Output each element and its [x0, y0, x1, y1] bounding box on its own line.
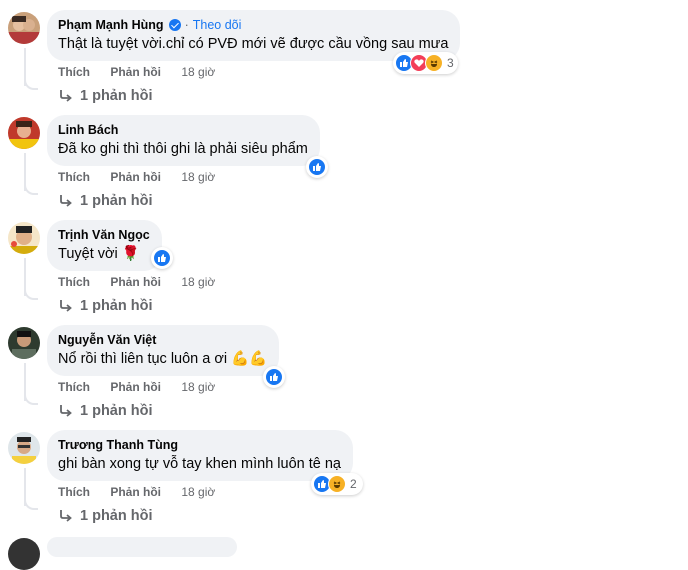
like-button[interactable]: Thích: [58, 65, 90, 79]
comment-text: Thật là tuyệt vời.chỉ có PVĐ mới vẽ được…: [58, 36, 449, 52]
comment-actions: Thích Phản hồi 18 giờ: [58, 170, 232, 184]
thread-connector: [24, 288, 38, 300]
haha-reaction-icon: [425, 54, 443, 72]
replies-count-label: 1 phản hồi: [80, 193, 153, 209]
reply-arrow-icon: [60, 300, 72, 312]
author-name[interactable]: Trịnh Văn Ngọc: [58, 227, 150, 243]
comment-text: Đã ko ghi thì thôi ghi là phải siêu phẩm: [58, 141, 308, 157]
view-replies-link[interactable]: 1 phản hồi: [58, 298, 153, 314]
comment-bubble: [47, 537, 237, 557]
haha-reaction-icon: [328, 475, 346, 493]
like-reaction-icon: [265, 368, 283, 386]
reply-arrow-icon: [60, 195, 72, 207]
reply-button[interactable]: Phản hồi: [110, 65, 161, 79]
comment-actions: Thích Phản hồi 18 giờ: [58, 275, 232, 289]
comment-text: Nổ rồi thì liên tục luôn a ơi 💪💪: [58, 351, 268, 367]
comment-bubble: Trịnh Văn Ngọc Tuyệt vời 🌹: [47, 220, 162, 271]
avatar[interactable]: [8, 117, 40, 149]
timestamp[interactable]: 18 giờ: [181, 170, 215, 184]
comment-item: Phạm Mạnh Hùng · Theo dõi Thật là tuyệt …: [0, 0, 688, 105]
reaction-summary[interactable]: [306, 156, 328, 178]
comment-item: Linh Bách Đã ko ghi thì thôi ghi là phải…: [0, 105, 688, 210]
avatar[interactable]: [8, 222, 40, 254]
comment-bubble: Linh Bách Đã ko ghi thì thôi ghi là phải…: [47, 115, 320, 166]
comment-item: Trịnh Văn Ngọc Tuyệt vời 🌹 Thích Phản hồ…: [0, 210, 688, 315]
comment-bubble: Nguyễn Văn Việt Nổ rồi thì liên tục luôn…: [47, 325, 280, 376]
reply-button[interactable]: Phản hồi: [110, 485, 161, 499]
comment-text: Tuyệt vời 🌹: [58, 246, 140, 262]
replies-count-label: 1 phản hồi: [80, 403, 153, 419]
like-button[interactable]: Thích: [58, 380, 90, 394]
view-replies-link[interactable]: 1 phản hồi: [58, 193, 153, 209]
author-name[interactable]: Nguyễn Văn Việt: [58, 332, 156, 348]
reply-arrow-icon: [60, 90, 72, 102]
thread-connector: [24, 393, 38, 405]
comment-actions: Thích Phản hồi 18 giờ: [58, 485, 232, 499]
reaction-summary[interactable]: 2: [311, 473, 363, 495]
author-name[interactable]: Linh Bách: [58, 122, 118, 138]
like-button[interactable]: Thích: [58, 170, 90, 184]
timestamp[interactable]: 18 giờ: [181, 380, 215, 394]
comment-actions: Thích Phản hồi 18 giờ: [58, 65, 232, 79]
thread-connector: [24, 78, 38, 90]
timestamp[interactable]: 18 giờ: [181, 485, 215, 499]
reaction-count: 2: [350, 477, 357, 491]
reaction-summary[interactable]: [151, 247, 173, 269]
reply-arrow-icon: [60, 510, 72, 522]
avatar[interactable]: [8, 327, 40, 359]
like-reaction-icon: [153, 249, 171, 267]
replies-count-label: 1 phản hồi: [80, 88, 153, 104]
reply-button[interactable]: Phản hồi: [110, 275, 161, 289]
comment-bubble: Trương Thanh Tùng ghi bàn xong tự vỗ tay…: [47, 430, 353, 481]
timestamp[interactable]: 18 giờ: [181, 65, 215, 79]
avatar[interactable]: [8, 12, 40, 44]
like-reaction-icon: [308, 158, 326, 176]
comment-actions: Thích Phản hồi 18 giờ: [58, 380, 232, 394]
view-replies-link[interactable]: 1 phản hồi: [58, 88, 153, 104]
author-name[interactable]: Trương Thanh Tùng: [58, 437, 178, 453]
avatar[interactable]: [8, 538, 40, 570]
avatar[interactable]: [8, 432, 40, 464]
like-button[interactable]: Thích: [58, 275, 90, 289]
view-replies-link[interactable]: 1 phản hồi: [58, 508, 153, 524]
timestamp[interactable]: 18 giờ: [181, 275, 215, 289]
comment-item: Nguyễn Văn Việt Nổ rồi thì liên tục luôn…: [0, 315, 688, 420]
verified-badge-icon: [168, 19, 181, 31]
replies-count-label: 1 phản hồi: [80, 298, 153, 314]
like-button[interactable]: Thích: [58, 485, 90, 499]
reaction-summary[interactable]: [263, 366, 285, 388]
reaction-count: 3: [447, 56, 454, 70]
reaction-summary[interactable]: 3: [393, 52, 458, 74]
author-name[interactable]: Phạm Mạnh Hùng: [58, 17, 164, 33]
separator-dot: ·: [184, 18, 189, 32]
comment-item: Trương Thanh Tùng ghi bàn xong tự vỗ tay…: [0, 420, 688, 525]
replies-count-label: 1 phản hồi: [80, 508, 153, 524]
comment-text: ghi bàn xong tự vỗ tay khen mình luôn tê…: [58, 456, 341, 472]
reply-arrow-icon: [60, 405, 72, 417]
follow-link[interactable]: Theo dõi: [193, 17, 242, 33]
view-replies-link[interactable]: 1 phản hồi: [58, 403, 153, 419]
thread-connector: [24, 183, 38, 195]
reply-button[interactable]: Phản hồi: [110, 380, 161, 394]
reply-button[interactable]: Phản hồi: [110, 170, 161, 184]
thread-connector: [24, 498, 38, 510]
